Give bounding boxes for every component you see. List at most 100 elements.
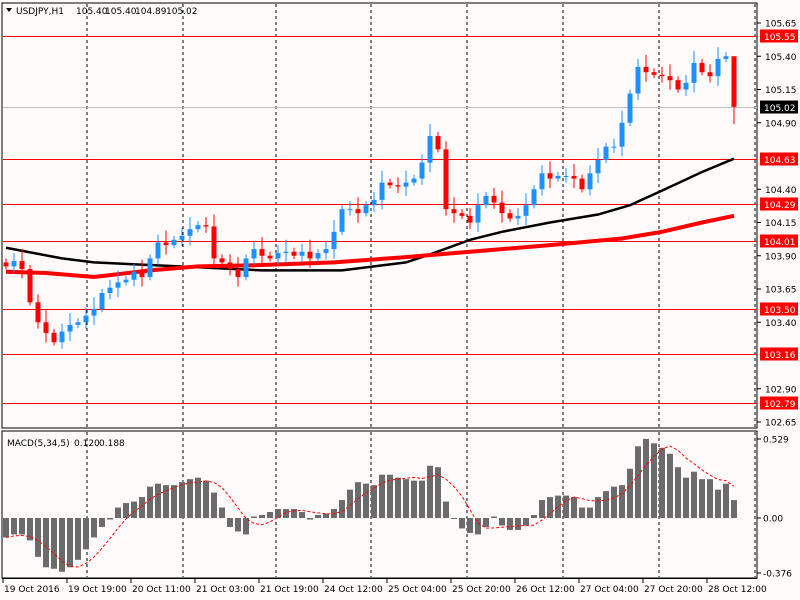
time-tick-label: 20 Oct 11:00: [132, 585, 191, 595]
close-value: 105.02: [166, 7, 198, 17]
candle-body: [195, 225, 201, 230]
price-tick-label: 105.15: [765, 86, 797, 96]
collapse-arrow-icon[interactable]: [6, 8, 12, 12]
candle-body: [699, 62, 705, 73]
candle-body: [147, 258, 153, 278]
macd-histogram-bar: [371, 485, 377, 518]
candle-body: [707, 72, 713, 77]
candle-body: [91, 308, 97, 316]
macd-histogram-bar: [579, 507, 585, 518]
macd-histogram-bar: [515, 518, 521, 530]
candle-body: [35, 302, 41, 323]
macd-histogram-bar: [115, 507, 121, 518]
macd-histogram-bar: [587, 507, 593, 518]
macd-histogram-bar: [403, 479, 409, 518]
macd-histogram-bar: [211, 492, 217, 518]
candle-body: [395, 185, 401, 187]
candle-body: [355, 209, 361, 214]
macd-histogram-bar: [659, 447, 665, 518]
candle-body: [555, 175, 561, 179]
macd-histogram-bar: [619, 485, 625, 518]
candle-body: [243, 258, 249, 278]
bid-price-label: 105.02: [764, 104, 796, 114]
macd-histogram-bar: [715, 489, 721, 518]
candle-body: [595, 159, 601, 174]
main-panel-frame: [1, 2, 758, 429]
candle-body: [187, 229, 193, 236]
candle-body: [219, 258, 225, 263]
time-tick-label: 21 Oct 19:00: [260, 585, 319, 595]
symbol-label: USDJPY,H1: [16, 7, 64, 17]
candle-body: [667, 76, 673, 81]
macd-histogram-bar: [555, 495, 561, 518]
macd-histogram-bar: [611, 486, 617, 518]
macd-histogram-bar: [667, 453, 673, 518]
candle-body: [179, 235, 185, 240]
macd-histogram-bar: [451, 518, 457, 519]
macd-tick-label: 0.529: [763, 436, 789, 446]
candle-body: [163, 242, 169, 246]
candle-body: [275, 253, 281, 259]
macd-histogram-bar: [683, 477, 689, 518]
macd-label: MACD(5,34,5): [7, 439, 70, 449]
moving-average-slow: [5, 157, 735, 272]
candle-body: [3, 262, 9, 267]
macd-histogram-bar: [91, 518, 97, 538]
low-value: 104.89: [135, 7, 167, 17]
price-tick-label: 105.65: [765, 20, 797, 30]
candle-body: [259, 249, 265, 256]
macd-histogram-bar: [203, 480, 209, 518]
macd-histogram-bar: [19, 518, 25, 535]
macd-histogram-bar: [571, 497, 577, 518]
candle-body: [683, 82, 689, 90]
open-value: 105.40: [76, 7, 108, 17]
candle-body: [115, 282, 121, 288]
price-tick-label: 103.40: [765, 319, 797, 329]
candle-body: [475, 205, 481, 223]
macd-histogram-bar: [707, 479, 713, 518]
candle-body: [387, 182, 393, 186]
candle-body: [227, 262, 233, 270]
candle-body: [299, 251, 305, 256]
candle-body: [563, 175, 569, 177]
macd-histogram-bar: [99, 518, 105, 527]
macd-histogram-bar: [627, 468, 633, 518]
macd-histogram-bar: [443, 501, 449, 518]
candle-body: [99, 292, 105, 309]
macd-histogram-bar: [27, 518, 33, 541]
candle-body: [499, 202, 505, 214]
macd-histogram-bar: [339, 500, 345, 518]
macd-histogram-bar: [51, 518, 57, 569]
macd-histogram-bar: [427, 465, 433, 518]
candle-body: [731, 56, 737, 107]
macd-histogram-bar: [363, 483, 369, 518]
level-price-label: 105.55: [764, 33, 796, 43]
candle-body: [715, 58, 721, 77]
macd-histogram-bar: [643, 438, 649, 518]
candle-body: [411, 178, 417, 183]
price-tick-label: 102.65: [765, 419, 797, 429]
macd-histogram-bar: [491, 516, 497, 518]
time-tick-label: 27 Oct 20:00: [644, 585, 703, 595]
candle-body: [603, 146, 609, 160]
candle-body: [459, 213, 465, 216]
candle-body: [547, 173, 553, 179]
macd-main-value: 0.120: [74, 439, 100, 449]
level-price-label: 102.79: [764, 400, 796, 410]
macd-histogram-bar: [195, 477, 201, 518]
candle-body: [427, 136, 433, 163]
candle-body: [203, 225, 209, 227]
macd-histogram-bar: [227, 518, 233, 527]
candle-body: [139, 271, 145, 278]
candle-body: [59, 331, 65, 343]
price-tick-label: 104.90: [765, 119, 797, 129]
candle-body: [619, 122, 625, 147]
candle-body: [723, 56, 729, 59]
candle-body: [659, 74, 665, 77]
macd-histogram-bar: [139, 497, 145, 518]
macd-histogram-bar: [603, 491, 609, 518]
price-tick-label: 104.15: [765, 219, 797, 229]
macd-histogram-bar: [131, 501, 137, 518]
candle-body: [155, 242, 161, 259]
trading-chart[interactable]: 105.55 104.63 104.29 104.01 103.50 103.16 102.…: [0, 0, 800, 600]
